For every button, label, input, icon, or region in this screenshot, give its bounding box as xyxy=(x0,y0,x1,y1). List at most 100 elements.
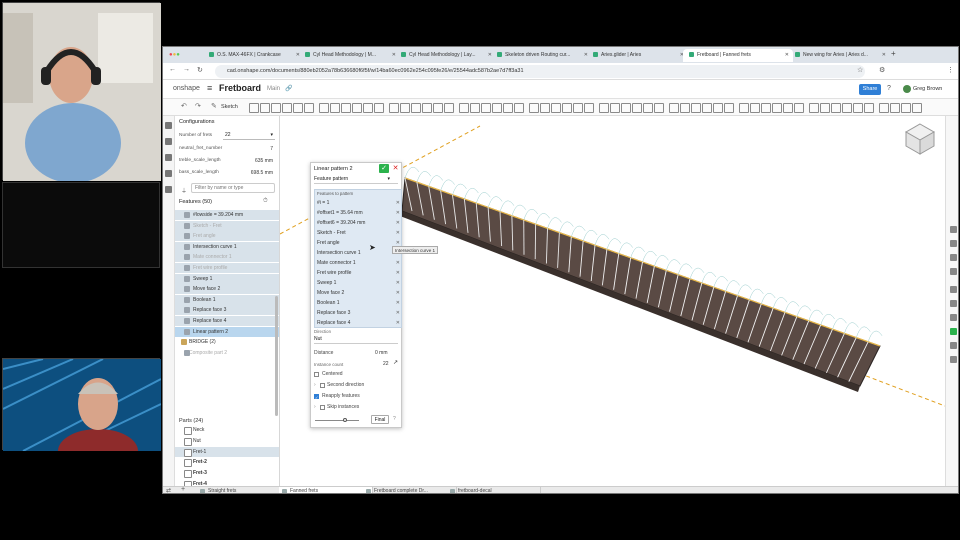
remove-item-icon[interactable]: ✕ xyxy=(396,218,400,228)
feature-filter-input[interactable] xyxy=(191,183,275,193)
feature-list-item[interactable]: Sweep 1 xyxy=(175,273,279,284)
share-button[interactable]: Share xyxy=(859,84,881,95)
remove-item-icon[interactable]: ✕ xyxy=(396,298,400,308)
browser-tab[interactable]: New wing for Aries | Aries d... ✕ xyxy=(789,49,890,62)
toolbar-tool-icon[interactable] xyxy=(864,103,874,113)
browser-tab[interactable]: Cyl Head Methodology | Lay... ✕ xyxy=(395,49,496,62)
sketch-button[interactable]: Sketch xyxy=(221,104,238,110)
remove-item-icon[interactable]: ✕ xyxy=(396,258,400,268)
feature-list-item[interactable]: Fret wire profile xyxy=(175,263,279,273)
toolbar-tool-icon[interactable] xyxy=(260,103,270,113)
toolbar-tool-icon[interactable] xyxy=(772,103,782,113)
url-input[interactable]: cad.onshape.com/documents/880eb2052a78b6… xyxy=(215,65,865,78)
toolbar-tool-icon[interactable] xyxy=(282,103,292,113)
toolbar-tool-icon[interactable] xyxy=(794,103,804,113)
toolbar-tool-icon[interactable] xyxy=(750,103,760,113)
pattern-feature-item[interactable]: Sweep 1 ✕ xyxy=(315,278,403,288)
pattern-feature-item[interactable]: #offset6 = 39.204 mm ✕ xyxy=(315,218,403,228)
hamburger-menu-icon[interactable]: ≡ xyxy=(207,83,212,93)
pattern-type-select[interactable]: Feature pattern ▾ xyxy=(314,175,398,184)
feature-list-item[interactable]: BRIDGE (2) xyxy=(175,337,279,347)
bookmark-star-icon[interactable]: ☆ xyxy=(857,66,863,74)
element-tab[interactable]: Fretboard complete Dr... xyxy=(363,487,457,493)
link-icon[interactable]: 🔗 xyxy=(285,85,292,92)
toolbar-tool-icon[interactable] xyxy=(842,103,852,113)
pattern-feature-item[interactable]: Sketch - Fret ✕ xyxy=(315,228,403,238)
toolbar-tool-icon[interactable] xyxy=(374,103,384,113)
remove-item-icon[interactable]: ✕ xyxy=(396,208,400,218)
toolbar-tool-icon[interactable] xyxy=(352,103,362,113)
toolbar-tool-icon[interactable] xyxy=(831,103,841,113)
flip-direction-icon[interactable]: ↗ xyxy=(393,359,398,366)
toolbar-tool-icon[interactable] xyxy=(411,103,421,113)
skip-instances-checkbox[interactable] xyxy=(320,405,325,410)
rail-tool-icon[interactable] xyxy=(950,268,957,275)
sketch-icon[interactable]: ✎ xyxy=(211,102,217,110)
browser-tab[interactable]: Skeleton driven Routing cur... ✕ xyxy=(491,49,592,62)
pattern-feature-item[interactable]: Intersection curve 1✕ xyxy=(315,248,403,258)
feature-list-item[interactable]: Composite part 2 xyxy=(175,348,279,358)
second-direction-checkbox[interactable] xyxy=(320,383,325,388)
toolbar-tool-icon[interactable] xyxy=(643,103,653,113)
config-value[interactable]: 635 mm xyxy=(255,158,273,164)
toolbar-tool-icon[interactable] xyxy=(459,103,469,113)
part-list-item[interactable]: Fret-4 xyxy=(175,479,279,486)
cancel-button[interactable]: ✕ xyxy=(391,164,400,173)
rail-tool-icon[interactable] xyxy=(950,328,957,335)
rollback-slider-thumb[interactable] xyxy=(343,418,347,422)
toolbar-tool-icon[interactable] xyxy=(702,103,712,113)
pattern-feature-item[interactable]: Replace face 4 ✕ xyxy=(315,318,403,328)
toolbar-tool-icon[interactable] xyxy=(503,103,513,113)
toolbar-tool-icon[interactable] xyxy=(433,103,443,113)
remove-item-icon[interactable]: ✕ xyxy=(396,268,400,278)
feature-list-item[interactable]: Move face 2 xyxy=(175,284,279,295)
instance-count-input[interactable]: 22 xyxy=(383,361,389,367)
feature-list-item[interactable]: Intersection curve 1 xyxy=(175,241,279,252)
toolbar-tool-icon[interactable] xyxy=(901,103,911,113)
comments-icon[interactable] xyxy=(165,138,172,145)
distance-input[interactable]: 0 mm xyxy=(375,350,388,356)
pattern-feature-item[interactable]: Mate connector 1 ✕ xyxy=(315,258,403,268)
rail-tool-icon[interactable] xyxy=(950,254,957,261)
config-value[interactable]: 698.5 mm xyxy=(251,170,273,176)
rail-tool-icon[interactable] xyxy=(950,226,957,233)
tab-close-icon[interactable]: ✕ xyxy=(882,49,886,62)
rail-tool-icon[interactable] xyxy=(950,356,957,363)
remove-item-icon[interactable]: ✕ xyxy=(396,278,400,288)
forward-icon[interactable]: → xyxy=(183,66,190,73)
toolbar-tool-icon[interactable] xyxy=(890,103,900,113)
browser-tab[interactable]: O.S. MAX-46FX | Crankcase ✕ xyxy=(203,49,304,62)
skip-instances-chevron-icon[interactable]: › xyxy=(314,404,316,410)
element-list-icon[interactable]: ⇄ xyxy=(166,487,171,493)
element-tab[interactable]: Straight frets xyxy=(197,487,291,493)
toolbar-tool-icon[interactable] xyxy=(422,103,432,113)
feature-list-item[interactable]: Replace face 3 xyxy=(175,305,279,316)
toolbar-tool-icon[interactable] xyxy=(562,103,572,113)
toolbar-tool-icon[interactable] xyxy=(341,103,351,113)
feature-list-item[interactable]: Linear pattern 2 xyxy=(175,326,279,337)
back-icon[interactable]: ← xyxy=(169,66,176,73)
feature-list-item[interactable]: Fret angle xyxy=(175,231,279,242)
toolbar-tool-icon[interactable] xyxy=(492,103,502,113)
history-icon[interactable] xyxy=(165,170,172,177)
final-button[interactable]: Final xyxy=(371,415,389,424)
add-element-icon[interactable]: + xyxy=(181,486,185,493)
toolbar-tool-icon[interactable] xyxy=(363,103,373,113)
extensions-icon[interactable]: ⚙ xyxy=(879,66,885,74)
toolbar-tool-icon[interactable] xyxy=(669,103,679,113)
toolbar-tool-icon[interactable] xyxy=(271,103,281,113)
toolbar-tool-icon[interactable] xyxy=(293,103,303,113)
features-to-pattern-list[interactable]: Features to pattern #i = 1 ✕ #offset1 = 35… xyxy=(314,189,402,328)
pattern-feature-item[interactable]: #offset1 = 35.64 mm ✕ xyxy=(315,208,403,218)
toolbar-tool-icon[interactable] xyxy=(739,103,749,113)
part-list-item[interactable]: Fret-2 xyxy=(175,457,279,468)
help-icon[interactable]: ? xyxy=(393,416,396,422)
config-value[interactable]: 7 xyxy=(270,146,273,152)
toolbar-tool-icon[interactable] xyxy=(783,103,793,113)
pattern-feature-item[interactable]: #i = 1 ✕ xyxy=(315,198,403,208)
reapply-features-checkbox[interactable]: ✓ xyxy=(314,394,319,400)
toolbar-tool-icon[interactable] xyxy=(444,103,454,113)
accept-button[interactable]: ✓ xyxy=(379,164,389,173)
toolbar-tool-icon[interactable] xyxy=(529,103,539,113)
feature-list-item[interactable]: Mate connector 1 xyxy=(175,252,279,263)
